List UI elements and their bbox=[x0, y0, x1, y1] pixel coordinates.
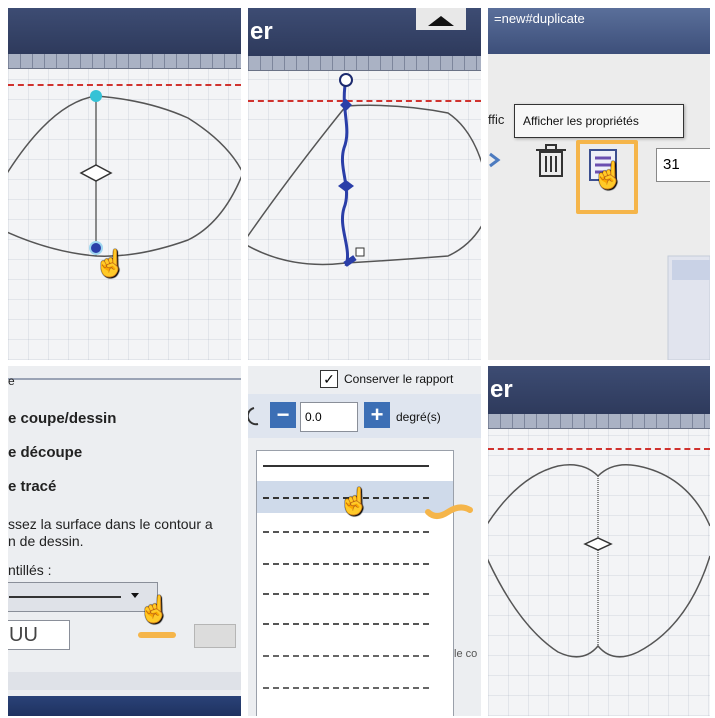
hand-cursor-icon: ☝ bbox=[138, 594, 171, 624]
redo-arrow-icon bbox=[489, 152, 501, 168]
center-handle-diamond bbox=[583, 537, 613, 551]
highlight-mark bbox=[138, 632, 176, 638]
dashes-label: ntillés : bbox=[8, 562, 52, 578]
status-strip bbox=[8, 672, 241, 690]
panel-result-shape: er bbox=[488, 366, 710, 716]
hand-cursor-icon: ☝ bbox=[592, 160, 625, 190]
option-cut[interactable]: e découpe bbox=[8, 444, 82, 461]
option-cut-draw[interactable]: e coupe/dessin bbox=[8, 410, 116, 427]
option-draw[interactable]: e tracé bbox=[8, 478, 56, 495]
number-field[interactable]: 31 bbox=[656, 148, 710, 182]
trash-icon bbox=[536, 144, 566, 177]
number-box[interactable]: UU bbox=[8, 620, 70, 650]
resize-handle bbox=[355, 247, 365, 257]
top-node-handle bbox=[340, 99, 352, 111]
side-text: le co bbox=[454, 648, 478, 660]
taskbar bbox=[8, 696, 241, 716]
panel-selected-line: er bbox=[248, 8, 481, 360]
panel-shape-nodes: ☝ bbox=[8, 8, 241, 360]
rotate-handle-icon bbox=[339, 73, 353, 87]
center-handle-diamond bbox=[79, 164, 113, 182]
header-divider bbox=[8, 370, 241, 380]
top-node-handle bbox=[90, 90, 102, 102]
gray-button[interactable] bbox=[194, 624, 236, 648]
option-description: ssez la surface dans le contour a n de d… bbox=[8, 516, 213, 549]
dash-style-dropdown[interactable] bbox=[8, 582, 158, 612]
center-node-handle bbox=[338, 180, 354, 192]
shape-drawing[interactable] bbox=[248, 8, 481, 360]
shape-drawing[interactable] bbox=[8, 8, 241, 360]
panel-cut-options: e e coupe/dessin e découpe e tracé ssez … bbox=[8, 366, 241, 716]
panel-line-style: ✓ Conserver le rapport − 0.0 + degré(s) … bbox=[248, 366, 481, 716]
hand-cursor-icon: ☝ bbox=[94, 248, 127, 278]
checkmark-highlight bbox=[425, 504, 473, 519]
panel-properties-tooltip: =new#duplicate ffic Afficher les proprié… bbox=[488, 8, 710, 360]
shape-drawing[interactable] bbox=[488, 366, 710, 716]
